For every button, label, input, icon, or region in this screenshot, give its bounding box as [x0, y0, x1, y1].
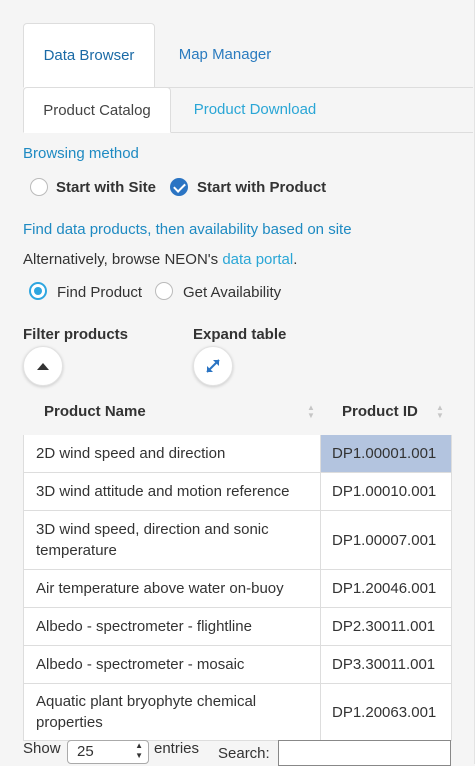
filter-products-label: Filter products	[23, 326, 129, 343]
tab-product-download[interactable]: Product Download	[171, 87, 339, 132]
data-portal-link[interactable]: data portal	[222, 251, 293, 268]
tab-map-manager[interactable]: Map Manager	[155, 23, 295, 87]
table-row[interactable]: Albedo - spectrometer - flightline DP2.3…	[23, 608, 452, 646]
product-table-body: 2D wind speed and direction DP1.00001.00…	[23, 435, 452, 741]
entries-select[interactable]: 25 ▲ ▼	[67, 740, 149, 764]
browsing-method-options: Start with Site Start with Product	[0, 177, 475, 199]
product-name-cell[interactable]: Albedo - spectrometer - flightline	[23, 608, 321, 645]
expand-table-button[interactable]	[193, 346, 233, 386]
main-tabs: Data Browser Map Manager	[23, 23, 473, 88]
entries-select-value: 25	[77, 743, 94, 760]
product-id-cell[interactable]: DP1.00001.001	[321, 435, 452, 472]
alternative-prefix: Alternatively, browse NEON's	[23, 251, 223, 268]
column-header-product-id[interactable]: Product ID	[342, 392, 418, 435]
product-id-cell[interactable]: DP1.20046.001	[321, 570, 452, 607]
table-row[interactable]: 2D wind speed and direction DP1.00001.00…	[23, 435, 452, 473]
start-with-site-label[interactable]: Start with Site	[56, 179, 156, 196]
table-header: Product Name ▲ ▼ Product ID ▲ ▼	[23, 392, 452, 436]
select-arrows-icon: ▲ ▼	[135, 741, 143, 760]
chevron-up-icon	[37, 363, 49, 370]
show-label: Show	[23, 740, 61, 757]
product-name-cell[interactable]: Air temperature above water on-buoy	[23, 570, 321, 607]
alternative-text: Alternatively, browse NEON's data portal…	[23, 251, 297, 268]
sidebar-panel: Data Browser Map Manager Product Catalog…	[0, 0, 475, 766]
browsing-method-heading: Browsing method	[23, 145, 139, 162]
expand-table-label: Expand table	[193, 326, 287, 343]
expand-arrows-icon	[206, 359, 220, 373]
product-id-cell[interactable]: DP3.30011.001	[321, 646, 452, 683]
entries-label: entries	[154, 740, 200, 757]
start-with-site-radio[interactable]	[30, 178, 48, 196]
column-header-product-name[interactable]: Product Name	[44, 392, 146, 435]
sort-icon[interactable]: ▲ ▼	[436, 404, 444, 420]
search-label: Search:	[218, 745, 270, 762]
search-input[interactable]	[278, 740, 451, 766]
product-id-cell[interactable]: DP1.00010.001	[321, 473, 452, 510]
sort-icon[interactable]: ▲ ▼	[307, 404, 315, 420]
table-row[interactable]: 3D wind speed, direction and sonic tempe…	[23, 511, 452, 570]
product-name-cell[interactable]: Albedo - spectrometer - mosaic	[23, 646, 321, 683]
product-name-cell[interactable]: 3D wind speed, direction and sonic tempe…	[23, 511, 321, 569]
alternative-suffix: .	[293, 251, 298, 268]
tab-product-catalog[interactable]: Product Catalog	[23, 87, 171, 133]
product-name-cell[interactable]: 2D wind speed and direction	[23, 435, 321, 472]
find-products-heading: Find data products, then availability ba…	[23, 221, 352, 238]
product-id-cell[interactable]: DP1.00007.001	[321, 511, 452, 569]
start-with-product-checkbox[interactable]	[170, 178, 188, 196]
product-name-cell[interactable]: 3D wind attitude and motion reference	[23, 473, 321, 510]
table-row[interactable]: Aquatic plant bryophyte chemical propert…	[23, 684, 452, 741]
table-row[interactable]: 3D wind attitude and motion reference DP…	[23, 473, 452, 511]
get-availability-label[interactable]: Get Availability	[183, 284, 281, 301]
product-id-cell[interactable]: DP2.30011.001	[321, 608, 452, 645]
product-name-cell[interactable]: Aquatic plant bryophyte chemical propert…	[23, 684, 321, 740]
filter-toggle-button[interactable]	[23, 346, 63, 386]
tab-data-browser[interactable]: Data Browser	[23, 23, 155, 88]
find-product-radio[interactable]	[29, 282, 47, 300]
table-row[interactable]: Air temperature above water on-buoy DP1.…	[23, 570, 452, 608]
table-row[interactable]: Albedo - spectrometer - mosaic DP3.30011…	[23, 646, 452, 684]
get-availability-radio[interactable]	[155, 282, 173, 300]
find-mode-options: Find Product Get Availability	[0, 281, 475, 303]
sub-tabs: Product Catalog Product Download	[23, 87, 473, 133]
find-product-label[interactable]: Find Product	[57, 284, 142, 301]
start-with-product-label[interactable]: Start with Product	[197, 179, 326, 196]
product-id-cell[interactable]: DP1.20063.001	[321, 684, 452, 740]
